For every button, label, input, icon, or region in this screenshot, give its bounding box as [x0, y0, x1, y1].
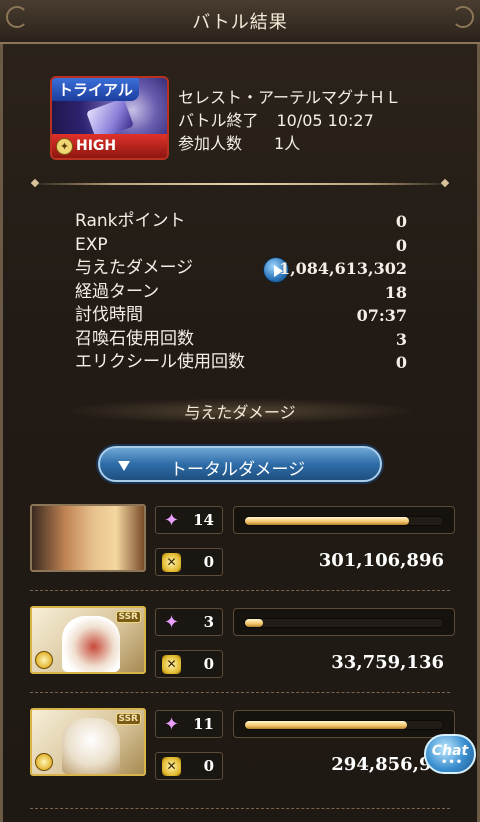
page-title: バトル結果: [192, 12, 288, 33]
character-portrait[interactable]: SSR: [30, 708, 146, 776]
participants-label: 参加人数: [178, 134, 243, 153]
member-separator: [30, 808, 450, 809]
high-level-label: HIGH LEVEL: [76, 138, 117, 154]
stat-damage: 与えたダメージ 1,084,613,302: [75, 257, 407, 283]
divider: [30, 178, 450, 188]
quest-thumbnail: トライアル ✦ HIGH LEVEL: [50, 76, 169, 160]
ssr-badge: SSR: [115, 611, 141, 623]
damage-bar-fill: [245, 517, 410, 525]
stat-summons: 召喚石使用回数 3: [75, 328, 407, 349]
ougi-icon: ✕: [162, 655, 181, 674]
ssr-badge: SSR: [115, 713, 141, 725]
member-separator: [30, 692, 450, 693]
ornament-right-icon: [452, 6, 474, 28]
damage-bar-fill: [245, 721, 408, 729]
damage-section-heading: 与えたダメージ: [184, 403, 296, 422]
quest-name: セレスト・アーテルマグナＨＬ: [178, 88, 402, 107]
damage-bar-fill: [245, 619, 263, 627]
skill-counter: ✦ 3: [155, 608, 223, 636]
title-bar: バトル結果: [0, 0, 480, 44]
stat-turns: 経過ターン 18: [75, 281, 407, 302]
character-portrait[interactable]: [30, 504, 146, 572]
ougi-counter: ✕ 0: [155, 548, 223, 576]
high-level-icon: ✦: [56, 138, 73, 155]
stat-exp: EXP 0: [75, 234, 407, 255]
stat-rank-points: Rankポイント 0: [75, 211, 407, 231]
dropdown-label: トータルダメージ: [170, 460, 306, 480]
chat-dots-icon: •••: [441, 757, 464, 768]
party-member: ✦ 14 ✕ 0 301,106,896: [30, 504, 456, 596]
ougi-icon: ✕: [162, 553, 181, 572]
skill-counter: ✦ 11: [155, 710, 223, 738]
battle-stats: Rankポイント 0 EXP 0 与えたダメージ 1,084,613,302 経…: [75, 210, 407, 375]
high-level-badge: ✦ HIGH LEVEL: [52, 134, 167, 158]
character-portrait[interactable]: SSR: [30, 606, 146, 674]
trial-badge: トライアル: [52, 78, 139, 101]
damage-type-dropdown[interactable]: トータルダメージ: [98, 446, 382, 482]
chat-button[interactable]: Chat •••: [424, 734, 476, 774]
ougi-counter: ✕ 0: [155, 752, 223, 780]
member-damage: 301,106,896: [318, 550, 444, 571]
participants-row: 参加人数 1人: [178, 132, 401, 155]
damage-bar: [233, 608, 455, 636]
damage-bar: [233, 710, 455, 738]
quest-info: セレスト・アーテルマグナＨＬ バトル終了 10/05 10:27 参加人数 1人: [178, 86, 401, 155]
damage-bar: [233, 506, 455, 534]
skill-star-icon: ✦: [163, 612, 180, 633]
light-element-icon: [35, 753, 53, 771]
party-member: SSR ✦ 3 ✕ 0 33,759,136: [30, 606, 456, 698]
stat-elixirs: エリクシール使用回数 0: [75, 352, 407, 372]
battle-end-label: バトル終了: [178, 111, 259, 130]
battle-end-row: バトル終了 10/05 10:27: [178, 109, 401, 132]
ougi-icon: ✕: [162, 757, 181, 776]
skill-counter: ✦ 14: [155, 506, 223, 534]
ougi-counter: ✕ 0: [155, 650, 223, 678]
party-member: SSR ✦ 11 ✕ 0 294,856,96: [30, 708, 456, 800]
skill-star-icon: ✦: [163, 714, 180, 735]
participants-value: 1人: [274, 134, 301, 153]
skill-star-icon: ✦: [163, 510, 180, 531]
stat-time: 討伐時間 07:37: [75, 305, 407, 325]
light-element-icon: [35, 651, 53, 669]
battle-end-time: 10/05 10:27: [276, 111, 374, 130]
caret-down-icon: [118, 461, 130, 471]
member-separator: [30, 590, 450, 591]
member-damage: 33,759,136: [331, 652, 444, 673]
